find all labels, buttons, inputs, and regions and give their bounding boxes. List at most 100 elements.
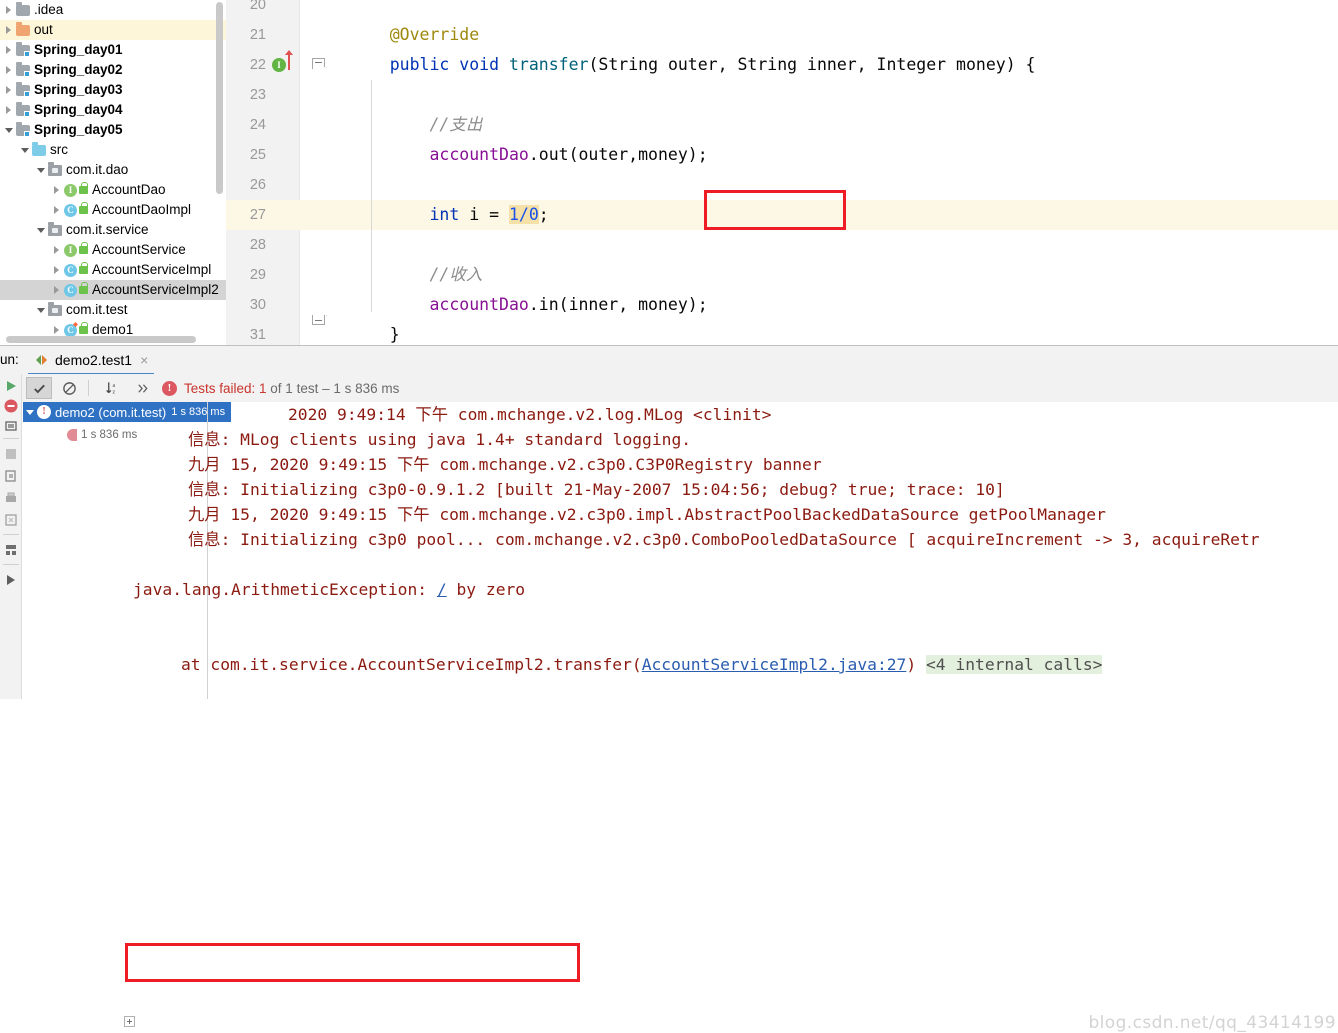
- code-line-23[interactable]: 23: [226, 80, 1338, 110]
- code-line-30[interactable]: 30 accountDao.in(inner, money);: [226, 290, 1338, 320]
- layout-settings-icon[interactable]: [3, 542, 19, 558]
- tree-item--idea[interactable]: .idea: [0, 0, 226, 20]
- tree-item-spring_day04[interactable]: Spring_day04: [0, 100, 226, 120]
- console-line-6[interactable]: java.lang.ArithmeticException: / by zero: [133, 577, 525, 602]
- tree-vertical-scrollbar[interactable]: [216, 2, 223, 194]
- stop-icon[interactable]: [3, 398, 19, 414]
- tree-horizontal-scrollbar[interactable]: [6, 336, 196, 343]
- console-line-7[interactable]: at com.it.service.AccountServiceImpl2.tr…: [181, 652, 1103, 677]
- code-text: accountDao.in(inner, money);: [429, 295, 708, 314]
- tree-item-label: AccountServiceImpl: [92, 262, 212, 277]
- console-output[interactable]: 2020 9:49:14 下午 com.mchange.v2.log.MLog …: [118, 402, 1338, 699]
- console-line-3[interactable]: 信息: Initializing c3p0-0.9.1.2 [built 21-…: [188, 477, 1005, 502]
- chevron-down-icon[interactable]: [36, 300, 47, 320]
- tab-label: demo2.test1: [55, 352, 133, 368]
- run-tool-window: un: demo2.test1 × a z ! Tests failed: 1 …: [0, 345, 1338, 1033]
- chevron-down-icon[interactable]: [36, 160, 47, 180]
- chevron-right-icon[interactable]: [52, 180, 63, 200]
- tree-item-com-it-test[interactable]: com.it.test: [0, 300, 226, 320]
- console-line-0[interactable]: 2020 9:49:14 下午 com.mchange.v2.log.MLog …: [288, 402, 771, 427]
- show-ignored-toggle[interactable]: [56, 377, 82, 399]
- console-line-4[interactable]: 九月 15, 2020 9:49:15 下午 com.mchange.v2.c3…: [188, 502, 1106, 527]
- module-folder-icon: [15, 120, 32, 140]
- clear-all-icon[interactable]: [3, 512, 19, 528]
- console-line-2[interactable]: 九月 15, 2020 9:49:15 下午 com.mchange.v2.c3…: [188, 452, 822, 477]
- run-tabbar: un: demo2.test1 ×: [0, 346, 1338, 375]
- console-link[interactable]: AccountServiceImpl2.java:27: [642, 655, 907, 674]
- code-editor[interactable]: 20 21 @Override 22 public void transfer(St…: [226, 0, 1338, 345]
- duration-icon: [67, 429, 77, 441]
- chevron-right-icon[interactable]: [4, 40, 15, 60]
- code-line-24[interactable]: 24 //支出: [226, 110, 1338, 140]
- code-line-25[interactable]: 25 accountDao.out(outer,money);: [226, 140, 1338, 170]
- chevron-right-icon[interactable]: [52, 280, 63, 300]
- code-line-20[interactable]: 20: [226, 0, 1338, 20]
- chevron-right-icon[interactable]: [52, 260, 63, 280]
- project-tree-panel[interactable]: .idea out Spring_day01 Spring_day02 Spring_d…: [0, 0, 226, 345]
- tree-item-accountserviceimpl[interactable]: C AccountServiceImpl: [0, 260, 226, 280]
- override-arrow-icon[interactable]: [285, 50, 293, 70]
- chevron-right-icon[interactable]: [4, 0, 15, 20]
- tree-item-accountdao[interactable]: I AccountDao: [0, 180, 226, 200]
- tree-item-com-it-dao[interactable]: com.it.dao: [0, 160, 226, 180]
- run-side-toolbar[interactable]: [0, 374, 22, 699]
- tab-demo2-test1[interactable]: demo2.test1 ×: [28, 347, 155, 375]
- chevron-right-icon[interactable]: [4, 20, 15, 40]
- toolbar-divider-3: [3, 564, 19, 565]
- code-line-28[interactable]: 28: [226, 230, 1338, 260]
- close-icon[interactable]: ×: [140, 353, 148, 367]
- tree-item-label: Spring_day01: [34, 42, 123, 57]
- line-number: 20: [249, 0, 266, 13]
- line-number: 26: [249, 177, 266, 193]
- toggle-auto-test-icon[interactable]: [3, 418, 19, 434]
- line-number: 31: [249, 327, 266, 343]
- tree-item-accountdaoimpl[interactable]: C AccountDaoImpl: [0, 200, 226, 220]
- tree-item-spring_day05[interactable]: Spring_day05: [0, 120, 226, 140]
- more-options-icon[interactable]: [129, 377, 155, 399]
- implementing-method-icon[interactable]: I: [272, 58, 286, 72]
- tree-item-accountservice[interactable]: I AccountService: [0, 240, 226, 260]
- show-passed-toggle[interactable]: [26, 377, 52, 399]
- console-line-1[interactable]: 信息: MLog clients using java 1.4+ standar…: [188, 427, 691, 452]
- module-folder-icon: [15, 80, 32, 100]
- tree-item-src[interactable]: src: [0, 140, 226, 160]
- console-link[interactable]: /: [437, 580, 447, 599]
- tree-item-spring_day02[interactable]: Spring_day02: [0, 60, 226, 80]
- code-line-29[interactable]: 29 //收入: [226, 260, 1338, 290]
- code-line-31[interactable]: 31 }: [226, 320, 1338, 345]
- code-line-22[interactable]: 22 public void transfer(String outer, St…: [226, 50, 1338, 80]
- tree-item-com-it-service[interactable]: com.it.service: [0, 220, 226, 240]
- tree-item-label: AccountDao: [92, 182, 166, 197]
- line-number: 25: [249, 147, 266, 163]
- tree-item-label: src: [50, 142, 68, 157]
- expand-panel-icon[interactable]: [3, 572, 19, 588]
- tree-item-spring_day01[interactable]: Spring_day01: [0, 40, 226, 60]
- chevron-down-icon[interactable]: [23, 402, 37, 422]
- tree-item-spring_day03[interactable]: Spring_day03: [0, 80, 226, 100]
- chevron-right-icon[interactable]: [4, 80, 15, 100]
- chevron-right-icon[interactable]: [4, 60, 15, 80]
- tree-item-label: Spring_day04: [34, 102, 123, 117]
- svg-text:a: a: [112, 383, 115, 389]
- sort-alphabetically-icon[interactable]: az: [99, 377, 125, 399]
- chevron-down-icon[interactable]: [20, 140, 31, 160]
- code-line-21[interactable]: 21 @Override: [226, 20, 1338, 50]
- trace-icon[interactable]: [3, 446, 19, 462]
- code-fold-open-icon[interactable]: [312, 58, 325, 71]
- chevron-right-icon[interactable]: [4, 100, 15, 120]
- tree-item-out[interactable]: out: [0, 20, 226, 40]
- chevron-down-icon[interactable]: [4, 120, 15, 140]
- console-line-5[interactable]: 信息: Initializing c3p0 pool... com.mchang…: [188, 527, 1260, 552]
- rerun-icon[interactable]: [3, 378, 19, 394]
- internal-calls-badge: <4 internal calls>: [926, 655, 1103, 674]
- chevron-right-icon[interactable]: [52, 240, 63, 260]
- stacktrace-expander-icon[interactable]: [124, 1016, 135, 1027]
- chevron-down-icon[interactable]: [36, 220, 47, 240]
- chevron-right-icon[interactable]: [52, 200, 63, 220]
- export-icon[interactable]: [3, 468, 19, 484]
- tree-item-accountserviceimpl2[interactable]: C AccountServiceImpl2: [0, 280, 226, 300]
- code-fold-close-icon[interactable]: [312, 312, 325, 325]
- print-icon[interactable]: [3, 490, 19, 506]
- toolbar-divider: [3, 438, 19, 439]
- watermark: blog.csdn.net/qq_43414199: [1088, 1013, 1336, 1033]
